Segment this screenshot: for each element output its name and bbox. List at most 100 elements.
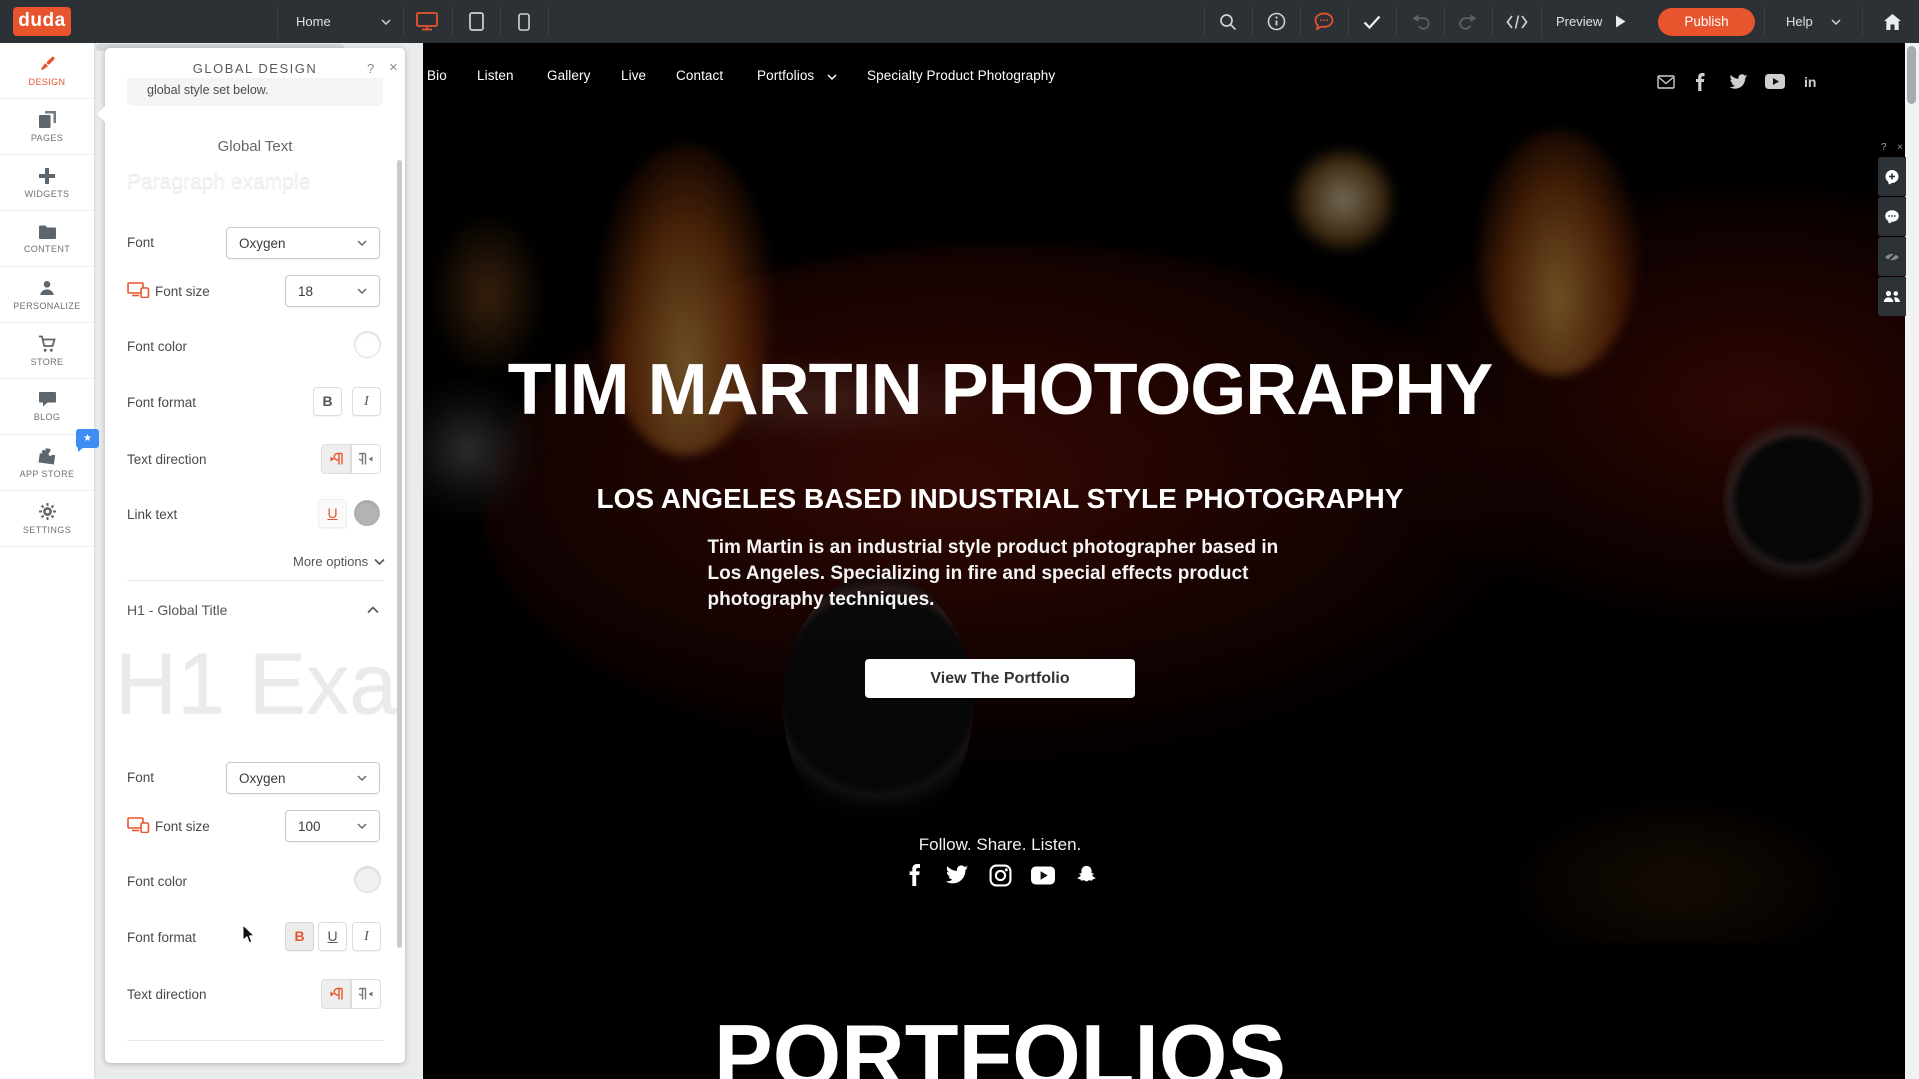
facebook-icon[interactable]	[902, 863, 926, 887]
link-color-swatch[interactable]	[354, 500, 380, 526]
h1-font-size-select-value: 100	[298, 819, 357, 834]
sidebar-item-store[interactable]: STORE	[0, 323, 94, 379]
preview-button[interactable]: Preview	[1556, 0, 1602, 43]
panel-help-button[interactable]: ?	[367, 61, 374, 76]
h1-underline-button[interactable]: U	[318, 922, 347, 951]
chevron-down-icon[interactable]	[1831, 19, 1841, 26]
view-portfolio-button[interactable]: View The Portfolio	[865, 659, 1135, 698]
chevron-down-icon[interactable]	[381, 19, 391, 26]
bold-button[interactable]: B	[313, 387, 342, 416]
sidebar-item-label: PAGES	[31, 133, 63, 143]
comments-icon[interactable]	[1304, 0, 1344, 43]
overlay-help-button[interactable]: ?	[1881, 142, 1887, 157]
divider	[1492, 6, 1493, 37]
snapchat-icon[interactable]	[1074, 863, 1098, 887]
comment-list-button[interactable]	[1878, 197, 1906, 236]
h1-text-direction-ltr-button[interactable]	[321, 979, 351, 1009]
text-direction-ltr-button[interactable]	[321, 444, 351, 474]
h1-bold-button[interactable]: B	[285, 922, 314, 951]
add-comment-icon	[1884, 169, 1900, 185]
panel-close-button[interactable]: ×	[389, 59, 398, 76]
hero-title[interactable]: TIM MARTIN PHOTOGRAPHY	[508, 349, 1493, 431]
help-menu[interactable]: Help	[1786, 0, 1813, 43]
sidebar-item-pages[interactable]: PAGES	[0, 99, 94, 155]
twitter-icon[interactable]	[1729, 74, 1748, 90]
search-icon[interactable]	[1208, 0, 1248, 43]
play-icon[interactable]	[1615, 15, 1626, 28]
dashboard-home-icon[interactable]	[1872, 0, 1912, 43]
desktop-view-button[interactable]	[407, 0, 447, 43]
instagram-icon[interactable]	[988, 863, 1012, 887]
divider	[1444, 6, 1445, 37]
undo-icon[interactable]	[1400, 0, 1440, 43]
twitter-icon[interactable]	[945, 863, 969, 887]
sidebar-item-personalize[interactable]: PERSONALIZE	[0, 267, 94, 323]
facebook-icon[interactable]	[1695, 73, 1705, 91]
hide-comments-button[interactable]	[1878, 237, 1906, 276]
sidebar-item-content[interactable]: CONTENT	[0, 211, 94, 267]
approve-check-icon[interactable]	[1352, 0, 1392, 43]
youtube-icon[interactable]	[1031, 863, 1055, 887]
divider	[452, 6, 453, 37]
site-nav-gallery[interactable]: Gallery	[547, 68, 590, 83]
divider	[127, 580, 383, 581]
font-color-label: Font color	[127, 339, 187, 354]
site-nav-specialty[interactable]: Specialty Product Photography	[867, 68, 1055, 83]
device-styles-icon[interactable]	[127, 817, 150, 833]
page-selector[interactable]: Home	[296, 0, 331, 43]
hero-description[interactable]: Tim Martin is an industrial style produc…	[708, 535, 1293, 613]
canvas-scrollbar-thumb[interactable]	[1907, 46, 1916, 104]
site-nav-bio[interactable]: Bio	[427, 68, 447, 83]
app-store-new-badge: ★	[76, 429, 99, 448]
tablet-view-button[interactable]	[456, 0, 496, 43]
plus-icon	[38, 167, 56, 185]
portfolios-section-title[interactable]: PORTFOLIOS	[714, 1005, 1286, 1079]
sidebar-item-widgets[interactable]: WIDGETS	[0, 155, 94, 211]
h1-font-select[interactable]: Oxygen	[226, 762, 380, 794]
youtube-icon[interactable]	[1765, 74, 1785, 89]
font-color-swatch[interactable]	[354, 331, 381, 358]
redo-icon[interactable]	[1448, 0, 1488, 43]
social-heading[interactable]: Follow. Share. Listen.	[919, 835, 1082, 855]
text-direction-rtl-button[interactable]	[351, 444, 381, 474]
code-icon[interactable]	[1497, 0, 1537, 43]
site-nav-live[interactable]: Live	[621, 68, 646, 83]
h1-font-size-select[interactable]: 100	[285, 810, 380, 842]
site-nav-listen[interactable]: Listen	[477, 68, 514, 83]
brush-icon	[38, 54, 57, 73]
h1-font-color-swatch[interactable]	[354, 866, 381, 893]
overlay-close-button[interactable]: ×	[1897, 142, 1903, 157]
linkedin-icon[interactable]: in	[1804, 74, 1816, 92]
more-options-link[interactable]: More options	[293, 554, 385, 569]
italic-button[interactable]: I	[352, 387, 381, 416]
link-underline-button[interactable]: U	[318, 499, 347, 528]
divider	[1300, 6, 1301, 37]
global-design-panel: GLOBAL DESIGN ? × global style set below…	[105, 48, 405, 1063]
editor-topbar: duda Home	[0, 0, 1919, 43]
collapse-section-button[interactable]	[367, 606, 379, 614]
sidebar-item-settings[interactable]: SETTINGS	[0, 491, 94, 547]
collaborators-button[interactable]	[1878, 277, 1906, 316]
sidebar-item-label: WIDGETS	[25, 189, 70, 199]
sidebar-item-blog[interactable]: BLOG	[0, 379, 94, 435]
info-icon[interactable]	[1256, 0, 1296, 43]
email-icon[interactable]	[1657, 75, 1675, 89]
folder-icon	[38, 224, 57, 240]
h1-text-direction-rtl-button[interactable]	[351, 979, 381, 1009]
panel-scrollbar-thumb[interactable]	[397, 160, 402, 948]
people-icon	[1883, 290, 1901, 303]
mobile-view-button[interactable]	[504, 0, 544, 43]
site-nav-contact[interactable]: Contact	[676, 68, 723, 83]
add-comment-button[interactable]	[1878, 157, 1906, 196]
hero-subtitle[interactable]: LOS ANGELES BASED INDUSTRIAL STYLE PHOTO…	[597, 483, 1404, 515]
canvas-scrollbar-track[interactable]	[1905, 43, 1919, 1079]
publish-button[interactable]: Publish	[1658, 8, 1755, 36]
h1-italic-button[interactable]: I	[352, 922, 381, 951]
font-size-select[interactable]: 18	[285, 275, 380, 307]
font-select[interactable]: Oxygen	[226, 227, 380, 259]
hero-background-image	[423, 105, 1905, 943]
sidebar-item-design[interactable]: DESIGN	[0, 43, 94, 99]
device-styles-icon[interactable]	[127, 282, 150, 298]
duda-logo[interactable]: duda	[13, 7, 71, 36]
site-nav-portfolios[interactable]: Portfolios	[757, 68, 814, 83]
